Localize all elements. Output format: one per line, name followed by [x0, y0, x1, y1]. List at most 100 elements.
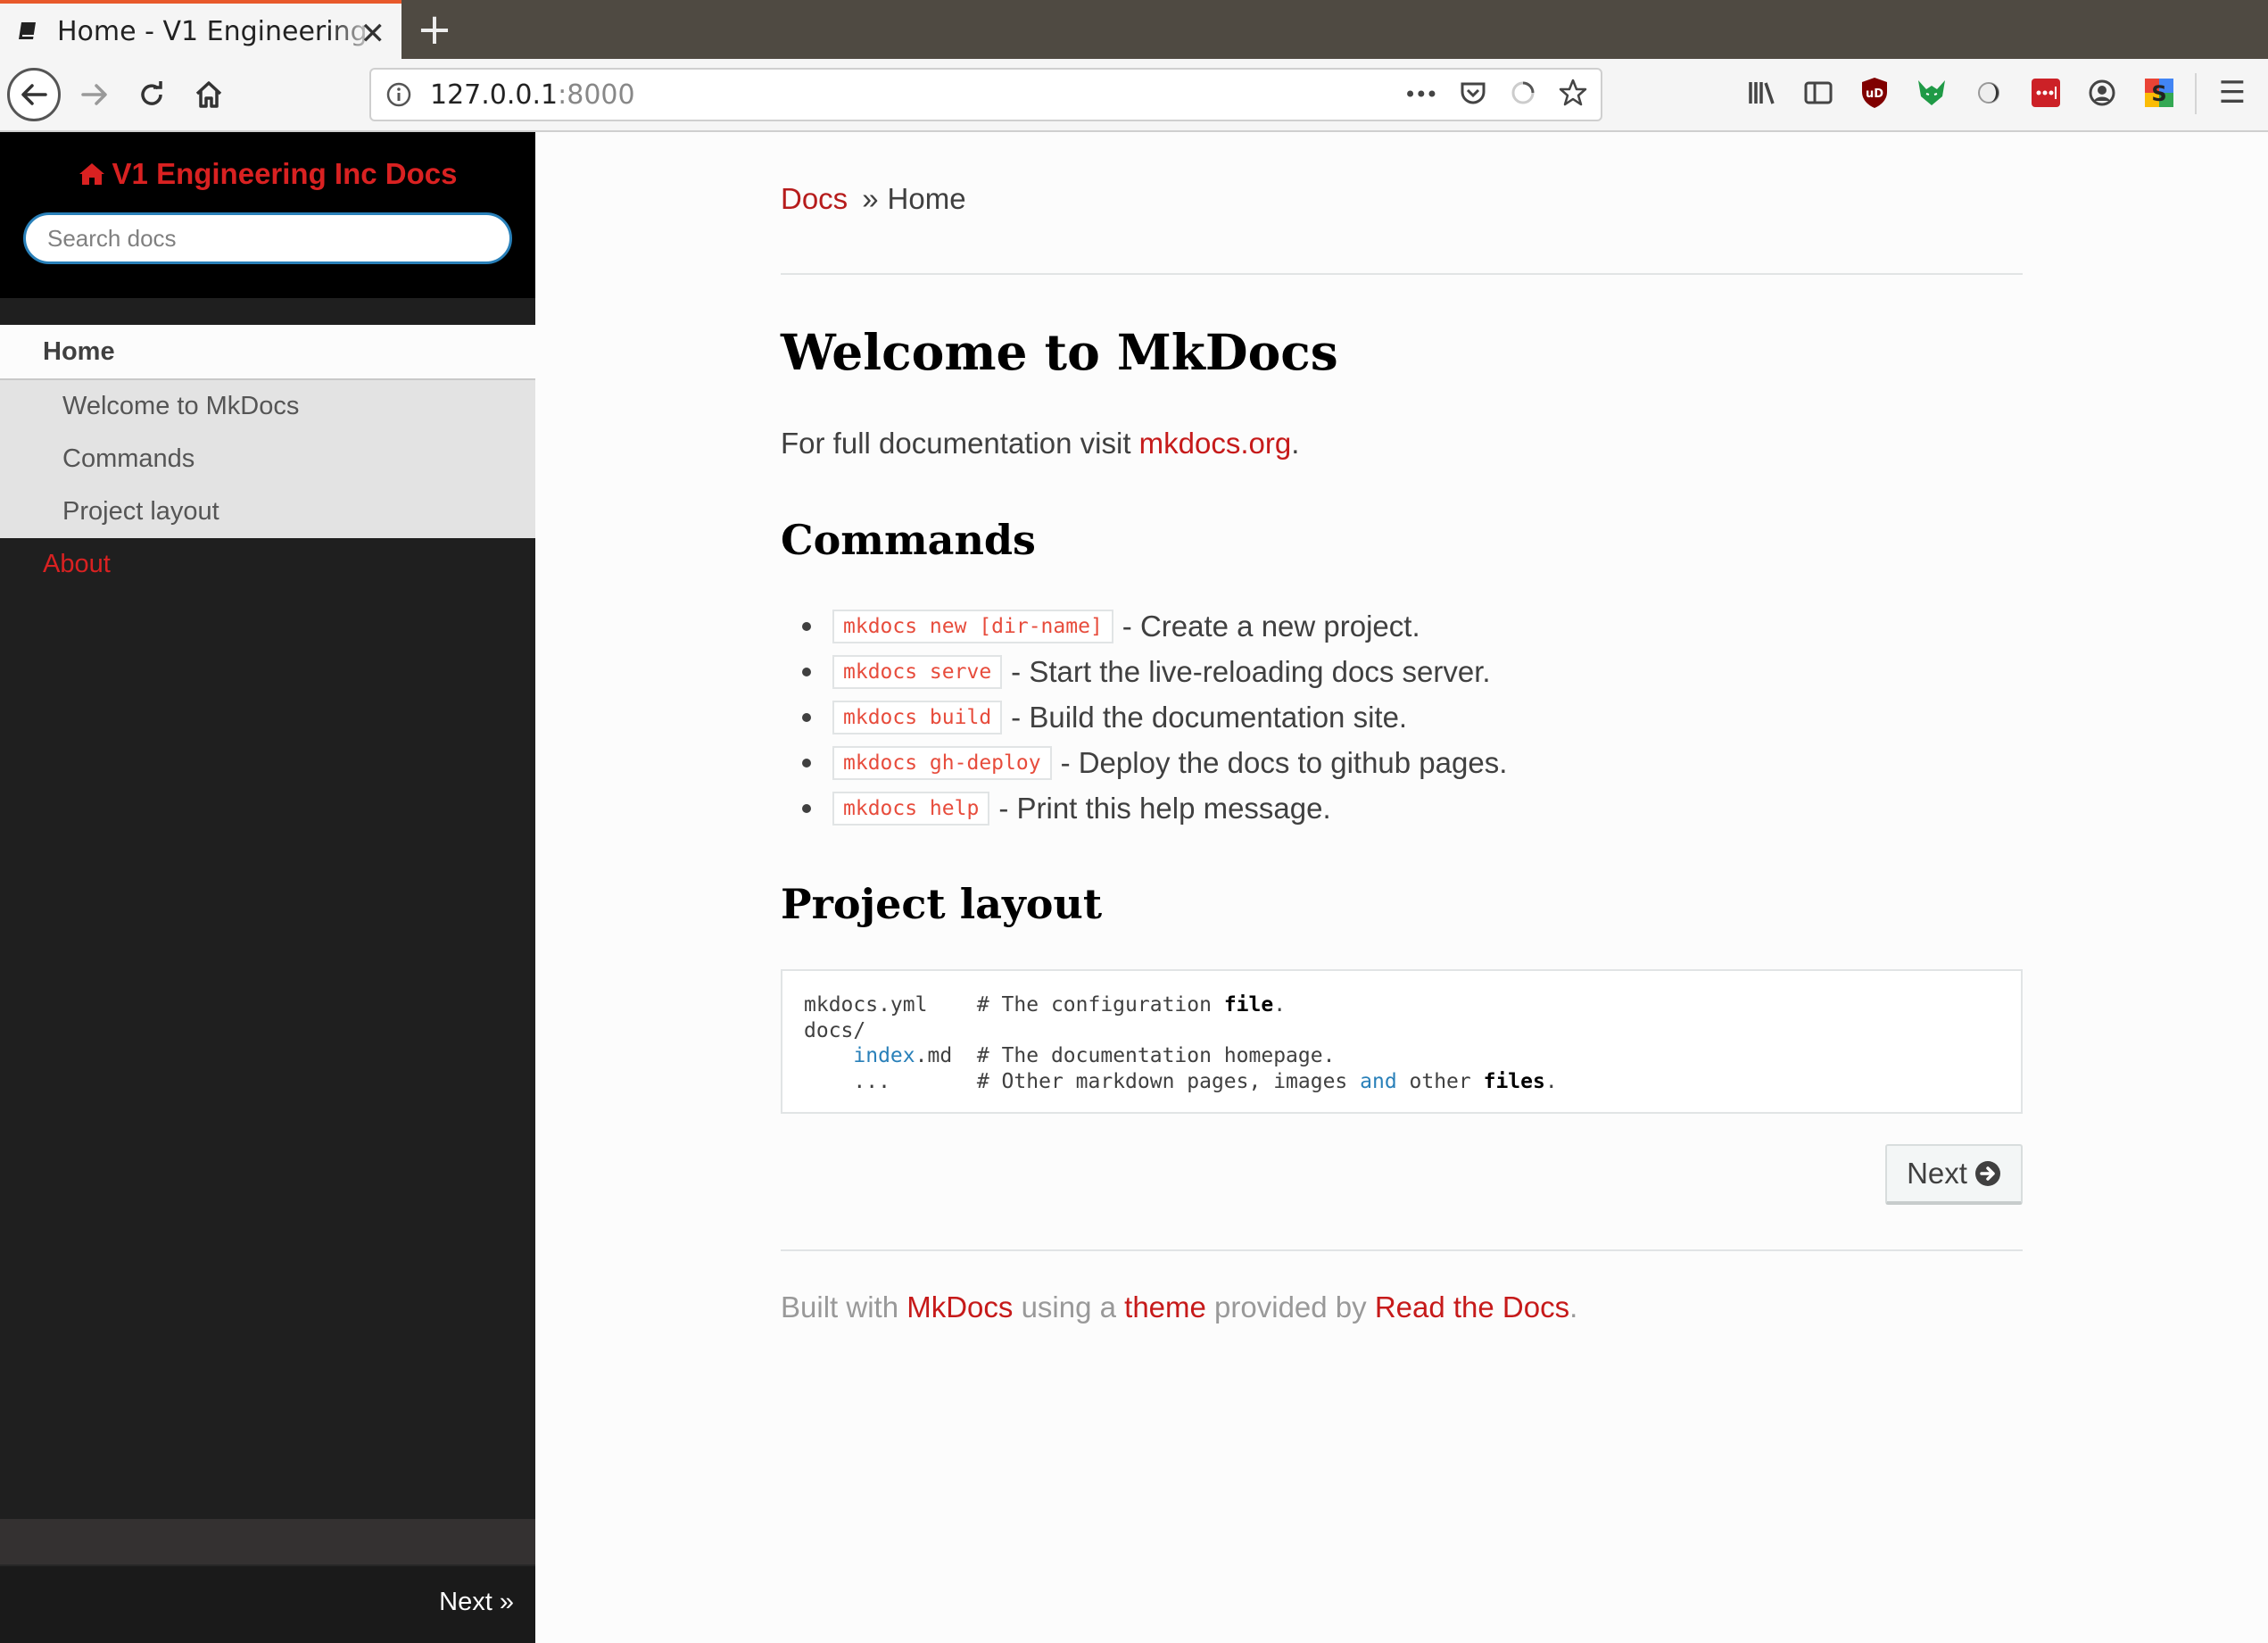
ublock-icon[interactable]: uD: [1857, 75, 1892, 111]
sidebar-next-link[interactable]: Next »: [439, 1588, 514, 1617]
reload-icon: [141, 81, 162, 105]
command-code: mkdocs serve: [832, 654, 1003, 689]
arrow-right-icon: [81, 84, 107, 105]
list-item: mkdocs serve - Start the live-reloading d…: [781, 649, 1507, 694]
home-button[interactable]: [182, 68, 236, 121]
lastpass-icon[interactable]: [2028, 75, 2064, 111]
mkdocs-org-link[interactable]: mkdocs.org: [1139, 427, 1292, 460]
code-keyword: files: [1483, 1069, 1545, 1093]
forward-button[interactable]: [68, 68, 121, 121]
fox-extension-icon[interactable]: [1914, 75, 1949, 111]
breadcrumb-current: Home: [887, 182, 966, 215]
project-layout-heading: Project layout: [781, 880, 1103, 928]
command-code: mkdocs new [dir-name]: [832, 609, 1113, 643]
sidebar-item-welcome[interactable]: Welcome to MkDocs: [0, 380, 535, 433]
svg-text:S: S: [2151, 81, 2166, 106]
next-button-label: Next: [1907, 1157, 1967, 1190]
read-the-docs-link[interactable]: Read the Docs: [1375, 1290, 1569, 1324]
divider: [781, 1249, 2023, 1251]
sidebar-item-about[interactable]: About: [0, 538, 535, 590]
site-title: V1 Engineering Inc Docs: [112, 157, 458, 190]
page-title: Welcome to MkDocs: [781, 323, 1338, 381]
pocket-icon[interactable]: [1458, 78, 1488, 112]
command-code: mkdocs help: [832, 791, 990, 826]
code-block: mkdocs.yml # The configuration file. docs…: [781, 969, 2023, 1114]
command-description: - Start the live-reloading docs server.: [1011, 654, 1491, 688]
sidebar-icon[interactable]: [1800, 75, 1836, 111]
intro-text: For full documentation visit: [781, 427, 1139, 460]
book-icon: [16, 20, 39, 43]
tab-title: Home - V1 Engineering Inc Docs: [57, 15, 378, 47]
mkdocs-link[interactable]: MkDocs: [906, 1290, 1013, 1324]
command-description: - Create a new project.: [1122, 609, 1420, 643]
sidebar-item-project-layout[interactable]: Project layout: [0, 485, 535, 538]
sidebar-item-home[interactable]: Home: [0, 325, 535, 380]
command-description: - Deploy the docs to github pages.: [1060, 745, 1508, 779]
code-line: ... # Other markdown pages, images and o…: [804, 1069, 1999, 1095]
footer: Built with MkDocs using a theme provided…: [781, 1290, 1577, 1324]
bullet: [802, 667, 811, 676]
list-item: mkdocs build - Build the documentation si…: [781, 694, 1507, 740]
arrow-left-icon: [21, 84, 47, 105]
s-extension-icon[interactable]: S: [2141, 75, 2177, 111]
url-host: 127.0.0.1: [430, 79, 559, 111]
code-text: mkdocs.yml # The configuration: [804, 993, 1224, 1017]
code-line: index.md # The documentation homepage.: [804, 1043, 1999, 1069]
code-builtin: and: [1360, 1069, 1397, 1093]
footer-text: Built with: [781, 1290, 907, 1324]
code-text: other: [1396, 1069, 1484, 1093]
next-button[interactable]: Next: [1885, 1144, 2023, 1205]
url-bar[interactable]: 127.0.0.1:8000 •••: [369, 68, 1602, 121]
code-text: .: [1273, 993, 1287, 1017]
tab-bar: Home - V1 Engineering Inc Docs ✕ +: [0, 0, 2268, 59]
page-actions-icon[interactable]: •••: [1404, 82, 1438, 107]
footer-text: using a: [1013, 1290, 1125, 1324]
library-icon[interactable]: [1744, 75, 1780, 111]
main-content: Docs » Home Welcome to MkDocs For full doc…: [535, 132, 2268, 1643]
code-builtin: index: [853, 1044, 915, 1067]
intro-paragraph: For full documentation visit mkdocs.org.: [781, 427, 1299, 461]
list-item: mkdocs gh-deploy - Deploy the docs to git…: [781, 740, 1507, 785]
home-icon: [195, 81, 222, 108]
moon-extension-icon[interactable]: [1971, 75, 2007, 111]
theme-link[interactable]: theme: [1124, 1290, 1206, 1324]
code-text: .md # The documentation homepage.: [915, 1044, 1336, 1067]
back-button[interactable]: [7, 68, 61, 121]
footer-text: .: [1569, 1290, 1578, 1324]
new-tab-button[interactable]: +: [412, 5, 457, 54]
command-code: mkdocs gh-deploy: [832, 745, 1052, 780]
star-icon[interactable]: [1558, 78, 1588, 112]
sidebar: V1 Engineering Inc Docs Home Welcome to …: [0, 132, 535, 1643]
breadcrumb: Docs » Home: [781, 182, 966, 216]
intro-end: .: [1291, 427, 1300, 460]
commands-list: mkdocs new [dir-name] - Create a new proj…: [781, 603, 1507, 831]
breadcrumb-docs-link[interactable]: Docs: [781, 182, 848, 215]
home-icon: [79, 163, 104, 185]
code-keyword: file: [1223, 993, 1274, 1017]
command-description: - Build the documentation site.: [1011, 700, 1408, 734]
reload-button[interactable]: [125, 68, 178, 121]
hamburger-menu-icon[interactable]: ☰: [2214, 75, 2250, 111]
loading-icon: [1510, 79, 1536, 111]
url-port: :8000: [558, 79, 635, 111]
navigation-toolbar: 127.0.0.1:8000 ••• uD S ☰: [0, 59, 2268, 132]
info-icon[interactable]: [385, 81, 412, 108]
code-line: docs/: [804, 1018, 866, 1042]
browser-tab[interactable]: Home - V1 Engineering Inc Docs ✕: [0, 0, 401, 59]
site-title-link[interactable]: V1 Engineering Inc Docs: [79, 157, 458, 191]
sidebar-item-commands[interactable]: Commands: [0, 433, 535, 485]
commands-heading: Commands: [781, 516, 1036, 564]
home-submenu: Welcome to MkDocs Commands Project layou…: [0, 380, 535, 538]
list-item: mkdocs help - Print this help message.: [781, 785, 1507, 831]
sidebar-header: V1 Engineering Inc Docs: [0, 132, 535, 298]
code-text: ... # Other markdown pages, images: [804, 1069, 1361, 1093]
account-icon[interactable]: [2084, 75, 2120, 111]
menu-spacer: [0, 298, 535, 325]
sidebar-background: [0, 537, 535, 1519]
footer-text: provided by: [1205, 1290, 1375, 1324]
search-input[interactable]: [23, 212, 512, 264]
list-item: mkdocs new [dir-name] - Create a new proj…: [781, 603, 1507, 649]
url-text[interactable]: 127.0.0.1:8000: [430, 79, 635, 111]
close-tab-icon[interactable]: ✕: [360, 16, 386, 52]
